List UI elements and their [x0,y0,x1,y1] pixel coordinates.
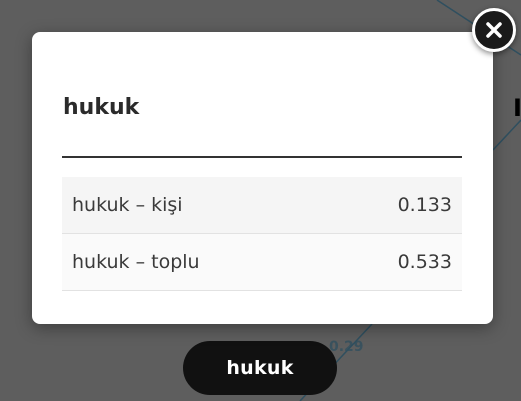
modal-title: hukuk [63,95,140,120]
close-button[interactable] [472,8,516,52]
row-value: 0.533 [397,251,452,273]
graph-edge [492,119,521,151]
offscreen-node-label: I [513,94,521,122]
title-divider [62,156,462,158]
row-label: hukuk – kişi [72,194,183,216]
row-label: hukuk – toplu [72,251,200,273]
close-icon [486,22,502,38]
table-row: hukuk – kişi 0.133 [62,177,462,234]
node-details-modal: hukuk hukuk – kişi 0.133 hukuk – toplu 0… [32,32,493,324]
edge-weight-label: 0.29 [329,339,364,355]
table-row: hukuk – toplu 0.533 [62,234,462,291]
similarity-table: hukuk – kişi 0.133 hukuk – toplu 0.533 [62,177,462,291]
graph-node-hukuk[interactable]: hukuk [183,341,337,395]
row-value: 0.133 [397,194,452,216]
